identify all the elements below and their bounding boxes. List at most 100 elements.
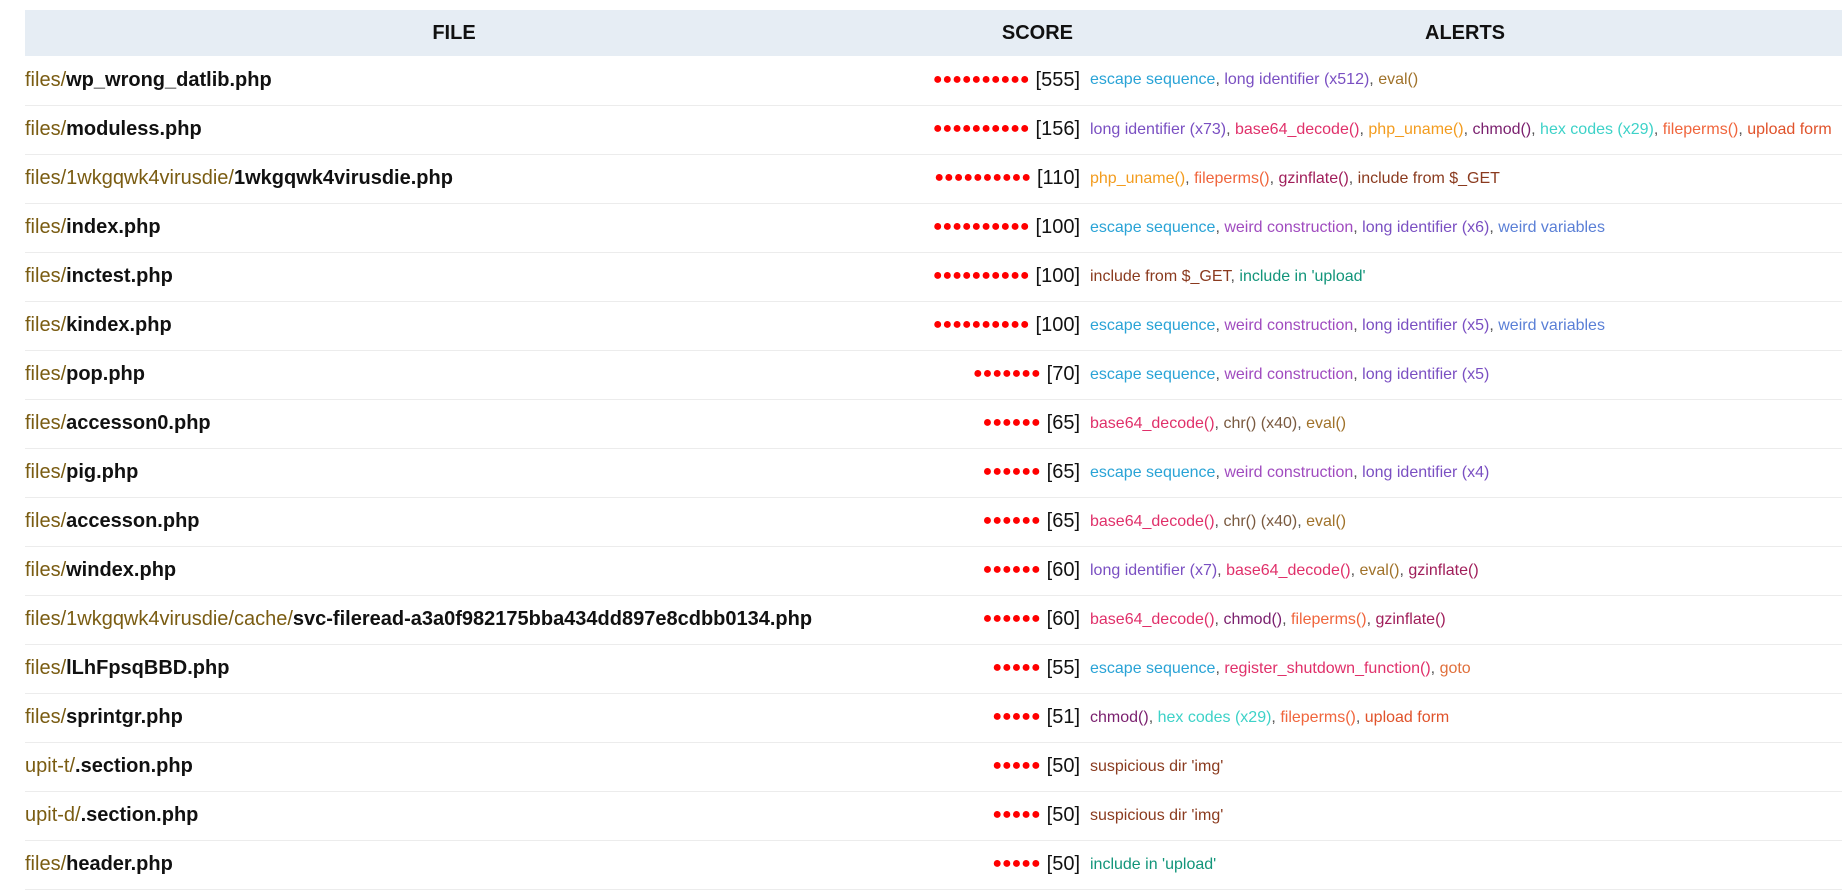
alert-tag: goto (1439, 659, 1471, 677)
file-cell: files/windex.php (25, 546, 883, 596)
alert-separator: , (1271, 708, 1281, 726)
score-value: [50] (1046, 804, 1080, 826)
score-cell: ●●●●●●●●●● [555] (883, 56, 1088, 106)
alert-separator: , (1297, 414, 1307, 432)
file-name-link[interactable]: accesson.php (66, 510, 199, 532)
alerts-cell: chmod(), hex codes (x29), fileperms(), u… (1088, 693, 1842, 743)
table-row[interactable]: files/kindex.php ●●●●●●●●●● [100] escape se… (25, 301, 1842, 351)
file-name-link[interactable]: moduless.php (66, 118, 202, 140)
file-name-link[interactable]: header.php (66, 853, 173, 875)
alert-separator: , (1269, 169, 1279, 187)
alerts-cell: escape sequence, weird construction, lon… (1088, 350, 1842, 400)
file-name-link[interactable]: wp_wrong_datlib.php (66, 69, 272, 91)
score-cell: ●●●●●● [65] (883, 399, 1088, 449)
score-cell: ●●●●●●●●●● [110] (883, 154, 1088, 204)
table-row[interactable]: upit-d/.section.php ●●●●● [50] suspicious d… (25, 791, 1842, 841)
table-row[interactable]: files/sprintgr.php ●●●●● [51] chmod(), hex … (25, 693, 1842, 743)
table-row[interactable]: files/inctest.php ●●●●●●●●●● [100] include … (25, 252, 1842, 302)
table-row[interactable]: files/wp_wrong_datlib.php ●●●●●●●●●● [555]… (25, 56, 1842, 106)
severity-dots-icon: ●●●●●●●●●● (932, 70, 1030, 88)
file-name-link[interactable]: windex.php (66, 559, 176, 581)
alert-tag: long identifier (x73) (1090, 120, 1227, 138)
file-name-link[interactable]: pop.php (66, 363, 145, 385)
alert-separator: , (1215, 365, 1225, 383)
alerts-cell: include from $_GET, include in 'upload' (1088, 252, 1842, 302)
table-row[interactable]: files/pop.php ●●●●●●● [70] escape sequence,… (25, 350, 1842, 400)
score-value: [50] (1046, 755, 1080, 777)
file-cell: files/sprintgr.php (25, 693, 883, 743)
file-cell: files/1wkgqwk4virusdie/1wkgqwk4virusdie.… (25, 154, 883, 204)
table-row[interactable]: files/1wkgqwk4virusdie/1wkgqwk4virusdie.… (25, 154, 1842, 204)
file-name-link[interactable]: inctest.php (66, 265, 173, 287)
severity-dots-icon: ●●●●● (992, 806, 1041, 823)
file-directory: upit-d/ (25, 804, 81, 826)
alert-tag: fileperms() (1280, 708, 1356, 726)
table-row[interactable]: files/windex.php ●●●●●● [60] long identifie… (25, 546, 1842, 596)
table-row[interactable]: files/accesson.php ●●●●●● [65] base64_decod… (25, 497, 1842, 547)
alert-tag: eval() (1306, 512, 1347, 530)
file-name-link[interactable]: kindex.php (66, 314, 172, 336)
severity-dots-icon: ●●●●●● (982, 561, 1041, 578)
file-directory: files/ (25, 657, 67, 679)
score-cell: ●●●●●●● [70] (883, 350, 1088, 400)
alert-tag: include from $_GET (1357, 169, 1500, 187)
severity-dots-icon: ●●●●●● (982, 463, 1041, 480)
alert-tag: chmod() (1090, 708, 1149, 726)
score-cell: ●●●●●●●●●● [100] (883, 252, 1088, 302)
alert-tag: upload form (1747, 120, 1832, 138)
file-cell: files/kindex.php (25, 301, 883, 351)
alert-separator: , (1355, 708, 1365, 726)
alerts-cell: long identifier (x73), base64_decode(), … (1088, 105, 1842, 155)
alert-tag: weird variables (1498, 218, 1605, 236)
table-row[interactable]: files/accesson0.php ●●●●●● [65] base64_deco… (25, 399, 1842, 449)
table-row[interactable]: files/moduless.php ●●●●●●●●●● [156] long id… (25, 105, 1842, 155)
file-name-link[interactable]: pig.php (66, 461, 138, 483)
table-row[interactable]: upit-t/.section.php ●●●●● [50] suspicious d… (25, 742, 1842, 792)
file-directory: files/ (25, 68, 67, 91)
table-row[interactable]: files/1wkgqwk4virusdie/cache/svc-filerea… (25, 595, 1842, 645)
table-header: FILE SCORE ALERTS (25, 10, 1842, 56)
table-row[interactable]: files/lLhFpsqBBD.php ●●●●● [55] escape sequ… (25, 644, 1842, 694)
table-row[interactable]: files/pig.php ●●●●●● [65] escape sequence, … (25, 448, 1842, 498)
score-cell: ●●●●● [50] (883, 791, 1088, 841)
file-directory: files/ (25, 559, 67, 581)
alerts-cell: escape sequence, long identifier (x512),… (1088, 56, 1842, 106)
file-name-link[interactable]: .section.php (81, 804, 199, 826)
file-directory: files/ (25, 363, 67, 385)
alert-tag: long identifier (x512) (1224, 71, 1370, 89)
alert-separator: , (1353, 365, 1363, 383)
table-row[interactable]: files/index.php ●●●●●●●●●● [100] escape seq… (25, 203, 1842, 253)
file-name-link[interactable]: lLhFpsqBBD.php (66, 657, 229, 679)
alert-tag: gzinflate() (1408, 561, 1479, 579)
alert-tag: fileperms() (1291, 610, 1367, 628)
alert-tag: hex codes (x29) (1540, 120, 1654, 138)
file-name-link[interactable]: index.php (66, 216, 160, 238)
file-name-link[interactable]: svc-fileread-a3a0f982175bba434dd897e8cdb… (293, 608, 812, 630)
score-cell: ●●●●●● [65] (883, 497, 1088, 547)
score-value: [65] (1046, 510, 1080, 532)
file-cell: files/pop.php (25, 350, 883, 400)
alert-separator: , (1185, 169, 1195, 187)
file-name-link[interactable]: 1wkgqwk4virusdie.php (234, 167, 453, 189)
alert-separator: , (1348, 169, 1358, 187)
column-header-alerts[interactable]: ALERTS (1088, 10, 1842, 56)
alert-separator: , (1531, 120, 1541, 138)
column-header-file[interactable]: FILE (25, 10, 883, 56)
alerts-cell: base64_decode(), chmod(), fileperms(), g… (1088, 595, 1842, 645)
table-row[interactable]: files/header.php ●●●●● [50] include in 'upl… (25, 840, 1842, 890)
alerts-cell: escape sequence, weird construction, lon… (1088, 448, 1842, 498)
alert-tag: base64_decode() (1234, 120, 1360, 138)
alert-tag: base64_decode() (1090, 610, 1215, 628)
alert-separator: , (1653, 120, 1663, 138)
alert-tag: include from $_GET (1090, 267, 1231, 285)
file-cell: upit-d/.section.php (25, 791, 883, 841)
file-cell: files/header.php (25, 840, 883, 890)
column-header-score[interactable]: SCORE (883, 10, 1088, 56)
file-name-link[interactable]: .section.php (75, 755, 193, 777)
file-cell: files/pig.php (25, 448, 883, 498)
file-name-link[interactable]: accesson0.php (66, 412, 211, 434)
severity-dots-icon: ●●●●● (992, 757, 1041, 774)
score-value: [55] (1046, 657, 1080, 679)
file-name-link[interactable]: sprintgr.php (66, 706, 183, 728)
alert-tag: escape sequence (1090, 218, 1216, 236)
